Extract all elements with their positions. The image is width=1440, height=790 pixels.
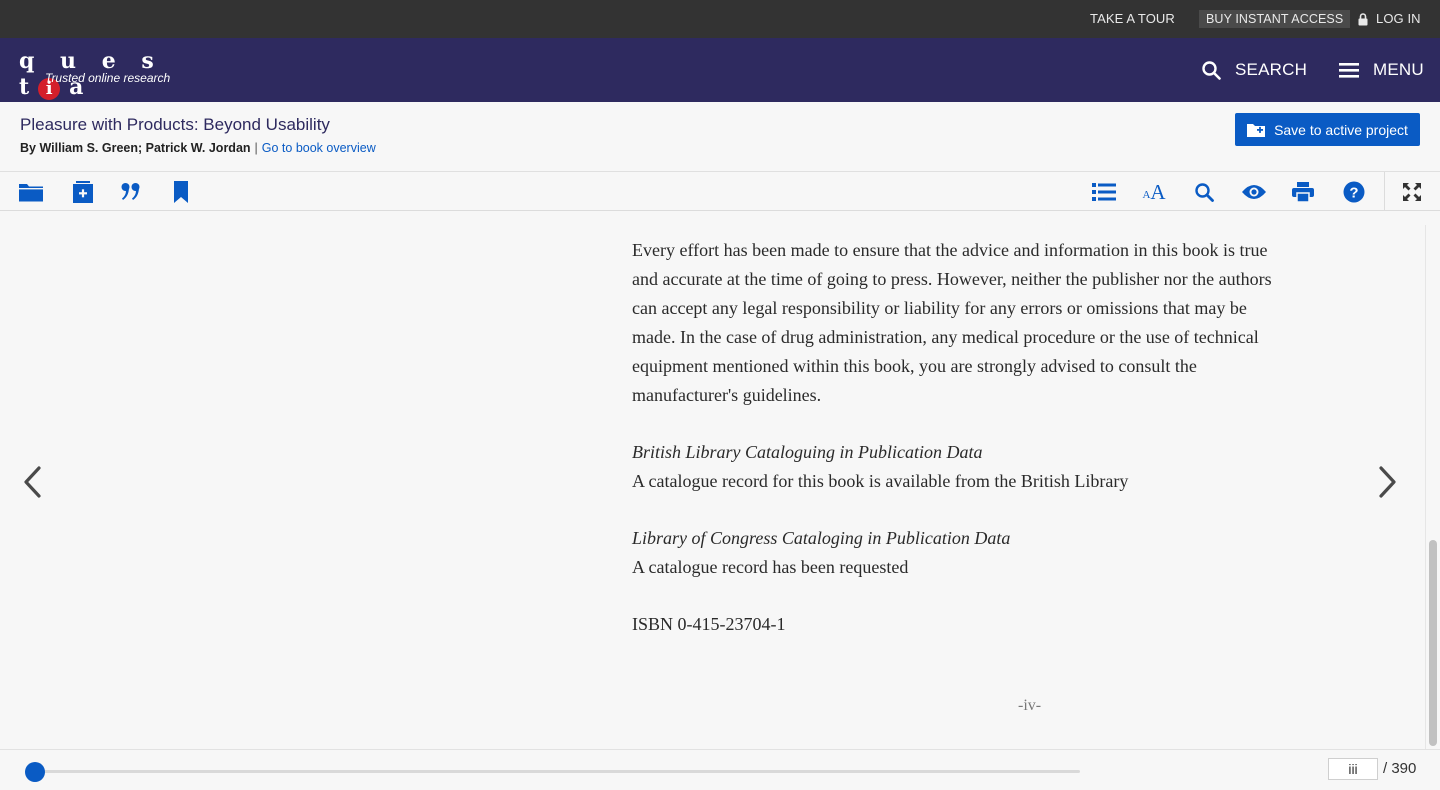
next-page-arrow-icon[interactable] (1375, 464, 1399, 500)
reader-area: Every effort has been made to ensure tha… (0, 211, 1440, 749)
font-size-small-glyph: A (1142, 189, 1151, 201)
questia-logo[interactable]: q u e s tia Trusted online research (19, 48, 189, 100)
scrollbar-thumb[interactable] (1429, 540, 1437, 746)
toolbar-divider (1384, 172, 1385, 211)
total-pages-label: / 390 (1383, 760, 1417, 777)
search-in-book-icon[interactable] (1192, 180, 1216, 204)
page-progress-slider-track[interactable] (33, 770, 1080, 773)
book-header: Pleasure with Products: Beyond Usability… (0, 102, 1440, 172)
quote-icon[interactable] (119, 180, 143, 204)
folder-icon[interactable] (19, 180, 43, 204)
current-page-input[interactable]: iii (1328, 758, 1378, 780)
british-library-text: A catalogue record for this book is avai… (632, 471, 1129, 491)
search-button[interactable]: SEARCH (1202, 38, 1307, 102)
svg-text:?: ? (1349, 185, 1358, 202)
reader-toolbar: AA ? (0, 172, 1440, 211)
book-page: Every effort has been made to ensure tha… (632, 236, 1272, 639)
help-icon[interactable]: ? (1342, 180, 1366, 204)
previous-page-arrow-icon[interactable] (21, 464, 45, 500)
menu-label: MENU (1373, 60, 1424, 79)
pagination-bar: iii / 390 (0, 749, 1440, 790)
log-in-link[interactable]: LOG IN (1358, 0, 1421, 38)
table-of-contents-icon[interactable] (1092, 180, 1116, 204)
folder-add-icon (1247, 124, 1266, 137)
utility-bar: TAKE A TOUR BUY INSTANT ACCESS LOG IN (0, 0, 1440, 38)
save-to-active-project-button[interactable]: Save to active project (1235, 113, 1420, 146)
library-of-congress-heading: Library of Congress Cataloging in Public… (632, 528, 1011, 548)
isbn-text: ISBN 0-415-23704-1 (632, 614, 786, 634)
bookmark-icon[interactable] (169, 180, 193, 204)
menu-button[interactable]: MENU (1339, 38, 1424, 102)
british-library-heading: British Library Cataloguing in Publicati… (632, 442, 983, 462)
search-icon (1202, 60, 1221, 80)
library-of-congress-text: A catalogue record has been requested (632, 557, 909, 577)
font-size-large-glyph: A (1150, 179, 1166, 204)
take-a-tour-link[interactable]: TAKE A TOUR (1090, 0, 1175, 38)
book-overview-link[interactable]: Go to book overview (262, 141, 376, 155)
log-in-label: LOG IN (1376, 11, 1421, 26)
lock-icon (1358, 12, 1368, 25)
scrollbar-track (1425, 225, 1426, 749)
eye-view-icon[interactable] (1241, 180, 1267, 204)
byline-separator: | (254, 141, 258, 155)
font-size-icon[interactable]: AA (1141, 180, 1167, 204)
buy-instant-access-button[interactable]: BUY INSTANT ACCESS (1199, 10, 1351, 28)
page-progress-slider-handle[interactable] (25, 762, 45, 782)
search-label: SEARCH (1235, 60, 1308, 79)
book-byline: By William S. Green; Patrick W. Jordan | G… (20, 141, 376, 155)
fullscreen-icon[interactable] (1400, 180, 1424, 204)
print-icon[interactable] (1291, 180, 1315, 204)
disclaimer-paragraph: Every effort has been made to ensure tha… (632, 240, 1272, 405)
save-button-label: Save to active project (1274, 121, 1408, 138)
hamburger-menu-icon (1339, 63, 1359, 78)
brand-bar: q u e s tia Trusted online research SEAR… (0, 38, 1440, 102)
page-folio: -iv- (1018, 697, 1042, 714)
logo-tagline: Trusted online research (45, 71, 171, 85)
book-title[interactable]: Pleasure with Products: Beyond Usability (20, 115, 330, 135)
by-prefix: By (20, 141, 36, 155)
add-note-icon[interactable] (71, 180, 95, 204)
book-authors: William S. Green; Patrick W. Jordan (39, 141, 251, 155)
